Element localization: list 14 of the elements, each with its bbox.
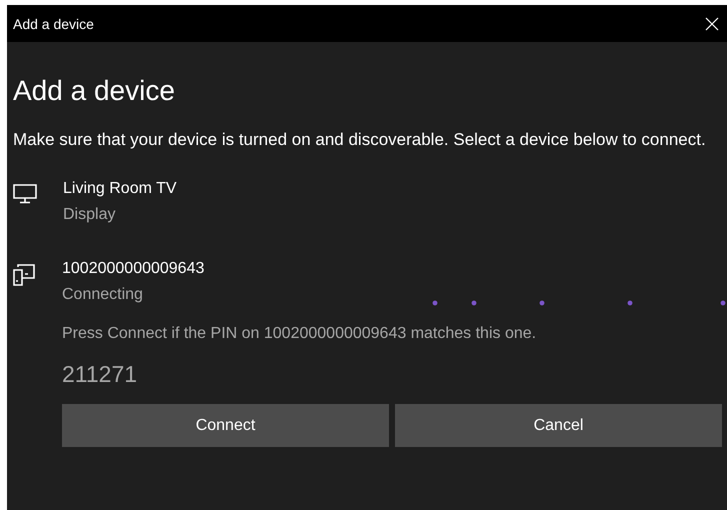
device-name[interactable]: 1002000000009643	[62, 257, 204, 281]
heading: Add a device	[13, 74, 176, 108]
monitor-icon	[13, 184, 37, 204]
connect-button[interactable]: Connect	[62, 404, 389, 447]
pin-code: 211271	[62, 361, 138, 388]
device-status: Display	[63, 205, 116, 225]
cancel-button[interactable]: Cancel	[395, 404, 722, 447]
device-name[interactable]: Living Room TV	[63, 177, 177, 201]
pin-prompt: Press Connect if the PIN on 1002000000009643 matches this one.	[62, 325, 538, 343]
devices-icon	[13, 264, 35, 286]
close-icon[interactable]	[705, 16, 719, 30]
instructions: Make sure that your device is turned on and discoverable. Select a device below to connect.	[13, 129, 707, 151]
device-status: Connecting	[62, 285, 144, 305]
window-title: Add a device	[13, 16, 94, 32]
